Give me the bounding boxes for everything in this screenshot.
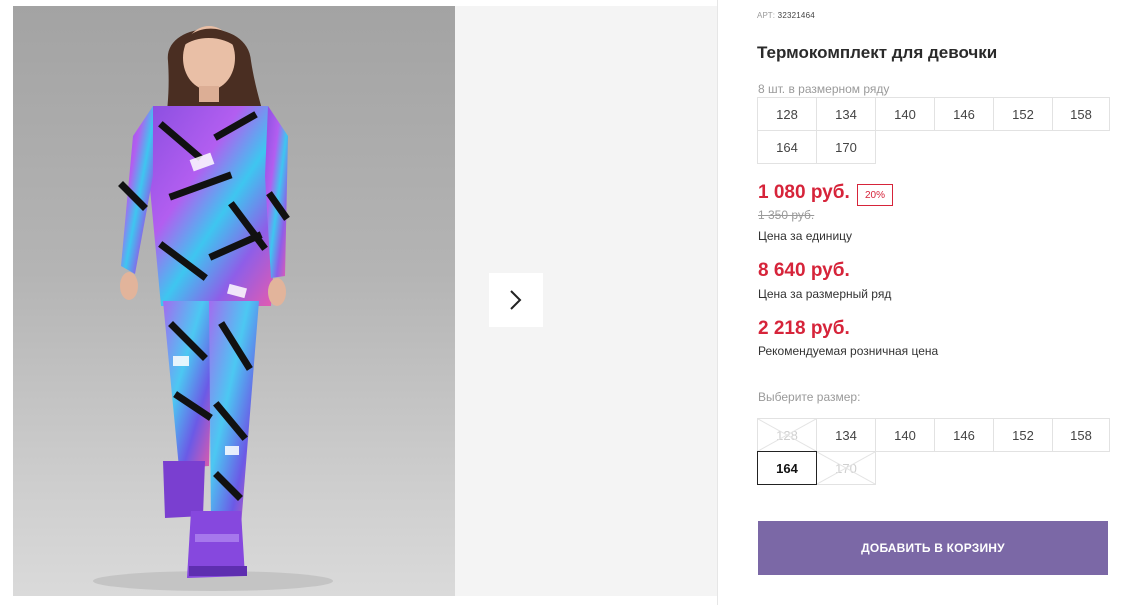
size-picker-row: 128 134 140 146 152 158 [757,418,1114,452]
choose-size-label: Выберите размер: [758,390,861,404]
product-photo[interactable] [13,6,455,596]
size-option-128: 128 [757,418,817,452]
range-size-146: 146 [934,97,994,131]
article-number: АРТ: 32321464 [757,11,815,20]
size-range-row: 128 134 140 146 152 158 [757,97,1114,131]
discount-badge: 20% [857,184,893,206]
retail-price-caption: Рекомендуемая розничная цена [758,344,939,358]
size-range-caption: 8 шт. в размерном ряду [758,82,890,96]
size-option-134[interactable]: 134 [816,418,876,452]
article-label: АРТ: [757,11,776,20]
product-page: АРТ: 32321464 Термокомплект для девочки … [0,0,1124,605]
size-option-170: 170 [816,451,876,485]
range-size-158: 158 [1052,97,1110,131]
add-to-cart-button[interactable]: ДОБАВИТЬ В КОРЗИНУ [758,521,1108,575]
range-size-152: 152 [993,97,1053,131]
retail-price: 2 218 руб. [758,318,850,339]
unit-price-caption: Цена за единицу [758,229,853,243]
product-gallery [13,6,717,596]
next-image-button[interactable] [489,273,543,327]
size-option-152[interactable]: 152 [993,418,1053,452]
range-size-140: 140 [875,97,935,131]
range-size-128: 128 [757,97,817,131]
product-title: Термокомплект для девочки [757,43,998,62]
size-picker: 128 134 140 146 152 158 164 170 [757,418,1114,485]
size-option-140[interactable]: 140 [875,418,935,452]
size-range-row: 164 170 [757,130,1114,164]
unit-price: 1 080 руб. [758,182,850,203]
chevron-right-icon [510,290,522,310]
size-range-grid: 128 134 140 146 152 158 164 170 [757,97,1114,164]
range-price-caption: Цена за размерный ряд [758,287,892,301]
column-divider [717,0,718,605]
range-price: 8 640 руб. [758,260,850,281]
range-size-134: 134 [816,97,876,131]
range-size-170: 170 [816,130,876,164]
size-option-158[interactable]: 158 [1052,418,1110,452]
old-price: 1 350 руб. [758,208,815,222]
range-size-164: 164 [757,130,817,164]
size-option-164[interactable]: 164 [757,451,817,485]
size-picker-row: 164 170 [757,451,1114,485]
article-value: 32321464 [777,11,815,20]
girl-in-thermal-set-image [93,26,333,591]
size-option-146[interactable]: 146 [934,418,994,452]
